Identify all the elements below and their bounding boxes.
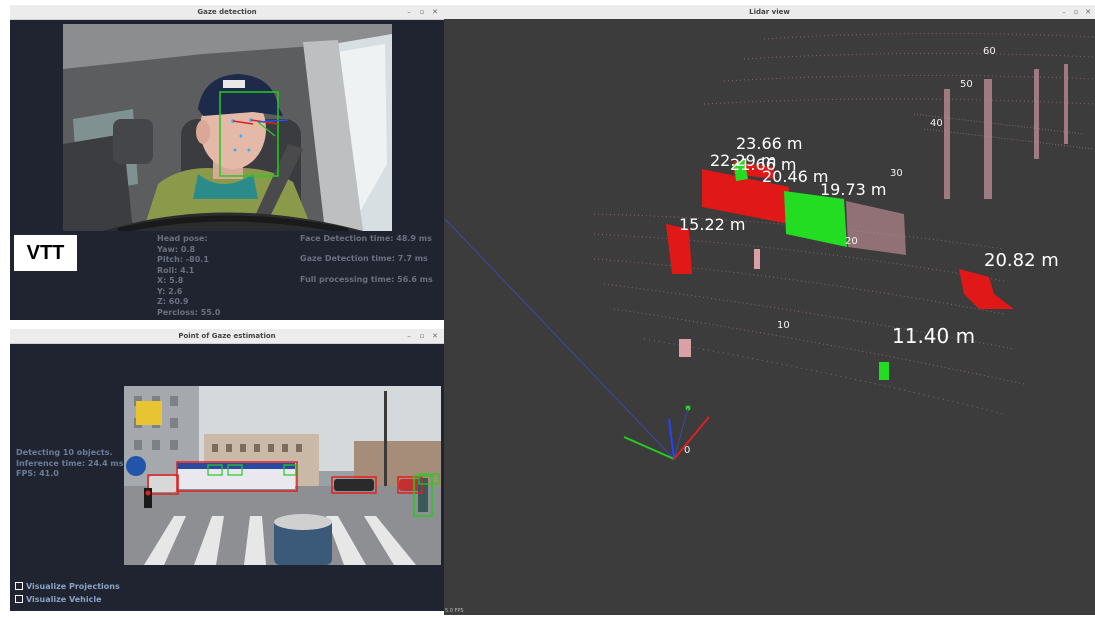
gaze-detection-time: Gaze Detection time: 7.7 ms [300,254,428,263]
lidar-point-cloud[interactable]: 60 50 40 30 20 10 0 23.66 m 22.29 m 21.6… [444,19,1095,615]
distance-label: 20.46 m [762,167,828,186]
maximize-icon[interactable]: ▫ [417,329,427,343]
object-count: Detecting 10 objects. [16,448,113,457]
visualize-vehicle-checkbox[interactable]: Visualize Vehicle [15,595,102,604]
lidar-canvas[interactable]: 60 50 40 30 20 10 0 23.66 m 22.29 m 21.6… [444,19,1095,615]
checkbox-box[interactable] [15,582,23,590]
inference-time: Inference time: 24.4 ms. [16,458,127,468]
lidar-fps-readout: 5.0 FPS [445,608,464,614]
gaze-detection-window: Gaze detection – ▫ ✕ VTT Head pose: Yaw:… [10,5,444,320]
visualize-projections-label: Visualize Projections [26,582,120,591]
percloss-value: Percloss: 55.0 [157,307,221,317]
pitch-value: Pitch: -80.1 [157,255,209,264]
grid-label-20: 20 [845,236,858,247]
distance-label: 19.73 m [820,180,886,199]
minimize-icon[interactable]: – [404,329,414,343]
z-value: Z: 60.9 [157,297,189,306]
minimize-icon[interactable]: – [1059,5,1069,19]
distance-label: 20.82 m [984,250,1059,271]
driver-camera-image [63,24,392,231]
road-camera-image [124,386,441,565]
axis-y [668,418,675,460]
lidar-window-title: Lidar view [749,8,790,16]
full-processing-time: Full processing time: 56.6 ms [300,275,433,284]
grid-label-60: 60 [983,46,996,57]
grid-label-50: 50 [960,79,973,90]
vtt-logo: VTT [14,235,77,271]
head-pose-label: Head pose: [157,234,208,243]
distance-label: 11.40 m [892,324,975,348]
roll-value: Roll: 4.1 [157,265,195,275]
distance-label: 15.22 m [679,215,745,234]
fps-value: FPS: 41.0 [16,469,59,478]
detection-stats: Detecting 10 objects. Inference time: 24… [16,448,127,480]
visualize-vehicle-label: Visualize Vehicle [26,595,102,604]
face-detection-time: Face Detection time: 48.9 ms [300,234,432,243]
road-camera-feed [124,386,441,565]
grid-label-0: 0 [684,445,690,456]
point-of-gaze-window: Point of Gaze estimation – ▫ ✕ Detecting… [10,329,444,611]
head-pose-readout: Head pose: Yaw: 0.8 Pitch: -80.1 Roll: 4… [157,234,220,318]
checkbox-box[interactable] [15,595,23,603]
yaw-value: Yaw: 0.8 [157,244,196,254]
gaze-ray-line [444,218,675,460]
maximize-icon[interactable]: ▫ [1071,5,1081,19]
close-icon[interactable]: ✕ [1083,5,1093,19]
pog-window-title: Point of Gaze estimation [178,332,276,340]
gaze-window-titlebar[interactable]: Gaze detection – ▫ ✕ [10,5,444,20]
driver-camera-feed [63,24,392,231]
grid-label-30: 30 [890,168,903,179]
x-value: X: 5.8 [157,276,184,285]
lidar-window-titlebar[interactable]: Lidar view – ▫ ✕ [444,5,1095,20]
axis-x [623,436,675,460]
pog-window-titlebar[interactable]: Point of Gaze estimation – ▫ ✕ [10,329,444,344]
minimize-icon[interactable]: – [404,5,414,19]
close-icon[interactable]: ✕ [430,5,440,19]
gaze-window-title: Gaze detection [197,8,257,16]
vtt-logo-text: VTT [26,241,65,264]
y-value: Y: 2.6 [157,286,183,296]
grid-label-10: 10 [777,320,790,331]
close-icon[interactable]: ✕ [430,329,440,343]
lidar-view-window: Lidar view – ▫ ✕ 60 50 40 30 20 10 0 23.… [444,5,1095,615]
grid-label-40: 40 [930,118,943,129]
maximize-icon[interactable]: ▫ [417,5,427,19]
visualize-projections-checkbox[interactable]: Visualize Projections [15,582,120,591]
